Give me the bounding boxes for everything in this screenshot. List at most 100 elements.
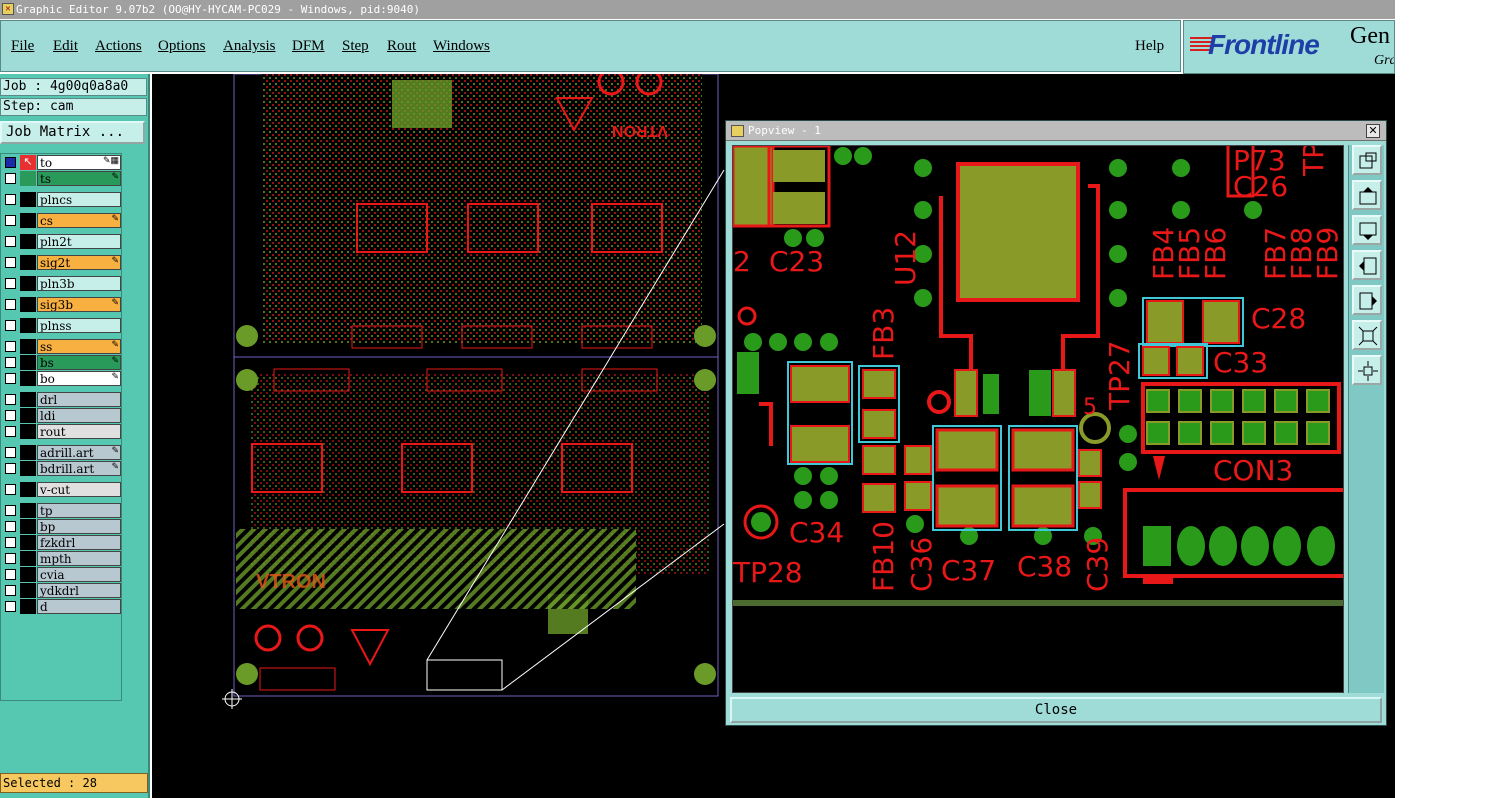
layer-checkbox[interactable] bbox=[5, 410, 16, 421]
layer-name[interactable]: v-cut bbox=[37, 482, 121, 497]
menu-actions[interactable]: Actions bbox=[95, 38, 142, 55]
layer-name[interactable]: sig2t bbox=[37, 255, 121, 270]
menu-dfm[interactable]: DFM bbox=[292, 38, 325, 55]
layer-name[interactable]: ss bbox=[37, 339, 121, 354]
layer-color-swatch[interactable] bbox=[20, 599, 36, 614]
layer-color-swatch[interactable] bbox=[20, 551, 36, 566]
layer-row-bp[interactable]: bp bbox=[3, 519, 121, 534]
layer-row-v-cut[interactable]: v-cut bbox=[3, 482, 121, 497]
layer-color-swatch[interactable] bbox=[20, 234, 36, 249]
menu-file[interactable]: File bbox=[11, 38, 34, 55]
menu-options[interactable]: Options bbox=[158, 38, 206, 55]
layer-checkbox[interactable] bbox=[5, 505, 16, 516]
popview-titlebar[interactable]: Popview - 1 ✕ bbox=[726, 121, 1386, 141]
layer-color-swatch[interactable] bbox=[20, 355, 36, 370]
layer-name[interactable]: bp bbox=[37, 519, 121, 534]
layer-row-drl[interactable]: drl bbox=[3, 392, 121, 407]
zoom-in-icon[interactable] bbox=[1352, 320, 1382, 350]
layer-name[interactable]: ldi bbox=[37, 408, 121, 423]
pan-down-icon[interactable] bbox=[1352, 215, 1382, 245]
layer-checkbox[interactable] bbox=[5, 194, 16, 205]
layer-row-ldi[interactable]: ldi bbox=[3, 408, 121, 423]
menu-step[interactable]: Step bbox=[342, 38, 369, 55]
layer-color-swatch[interactable] bbox=[20, 461, 36, 476]
popview-zoom-view[interactable]: P73 C26 TP2 C23 2 U12 FB4 FB5 FB6 FB7 FB… bbox=[732, 145, 1344, 693]
layer-checkbox[interactable] bbox=[5, 394, 16, 405]
layer-checkbox[interactable] bbox=[5, 157, 16, 168]
layer-row-sig3b[interactable]: sig3b ✎ bbox=[3, 297, 121, 312]
layer-row-tp[interactable]: tp bbox=[3, 503, 121, 518]
layer-row-d[interactable]: d bbox=[3, 599, 121, 614]
layer-name[interactable]: cvia bbox=[37, 567, 121, 582]
close-icon[interactable]: ✕ bbox=[1366, 124, 1380, 138]
layer-row-adrill-art[interactable]: adrill.art ✎ bbox=[3, 445, 121, 460]
layer-checkbox[interactable] bbox=[5, 484, 16, 495]
layer-name[interactable]: adrill.art bbox=[37, 445, 121, 460]
layer-color-swatch[interactable] bbox=[20, 371, 36, 386]
menu-windows[interactable]: Windows bbox=[433, 38, 490, 55]
popview-close-button[interactable]: Close bbox=[730, 697, 1382, 723]
layer-row-pln2t[interactable]: pln2t bbox=[3, 234, 121, 249]
layer-checkbox[interactable] bbox=[5, 463, 16, 474]
layer-checkbox[interactable] bbox=[5, 173, 16, 184]
layer-checkbox[interactable] bbox=[5, 341, 16, 352]
layer-name[interactable]: ts bbox=[37, 171, 121, 186]
layer-checkbox[interactable] bbox=[5, 299, 16, 310]
layer-name[interactable]: ydkdrl bbox=[37, 583, 121, 598]
layer-name[interactable]: d bbox=[37, 599, 121, 614]
layer-checkbox[interactable] bbox=[5, 278, 16, 289]
pan-left-icon[interactable] bbox=[1352, 250, 1382, 280]
layer-row-plncs[interactable]: plncs bbox=[3, 192, 121, 207]
layer-color-swatch[interactable] bbox=[20, 408, 36, 423]
layer-row-sig2t[interactable]: sig2t ✎ bbox=[3, 255, 121, 270]
layer-color-swatch[interactable] bbox=[20, 213, 36, 228]
layer-name[interactable]: cs bbox=[37, 213, 121, 228]
layer-color-swatch[interactable]: ↖ bbox=[20, 155, 36, 170]
job-matrix-button[interactable]: Job Matrix ... bbox=[0, 121, 145, 144]
layer-color-swatch[interactable] bbox=[20, 567, 36, 582]
layer-row-plnss[interactable]: plnss bbox=[3, 318, 121, 333]
pan-right-icon[interactable] bbox=[1352, 285, 1382, 315]
layer-color-swatch[interactable] bbox=[20, 392, 36, 407]
layer-row-mpth[interactable]: mpth bbox=[3, 551, 121, 566]
layer-name[interactable]: fzkdrl bbox=[37, 535, 121, 550]
layer-name[interactable]: pln2t bbox=[37, 234, 121, 249]
layer-color-swatch[interactable] bbox=[20, 171, 36, 186]
layer-color-swatch[interactable] bbox=[20, 297, 36, 312]
layer-row-bo[interactable]: bo ✎ bbox=[3, 371, 121, 386]
layer-color-swatch[interactable] bbox=[20, 339, 36, 354]
layer-name[interactable]: mpth bbox=[37, 551, 121, 566]
layer-checkbox[interactable] bbox=[5, 601, 16, 612]
layer-checkbox[interactable] bbox=[5, 521, 16, 532]
layer-row-to[interactable]: ↖ to ✎▦ bbox=[3, 155, 121, 170]
menu-analysis[interactable]: Analysis bbox=[223, 38, 276, 55]
layer-row-rout[interactable]: rout bbox=[3, 424, 121, 439]
layer-checkbox[interactable] bbox=[5, 426, 16, 437]
layer-checkbox[interactable] bbox=[5, 569, 16, 580]
layer-checkbox[interactable] bbox=[5, 357, 16, 368]
zoom-fit-icon[interactable] bbox=[1352, 145, 1382, 175]
zoom-out-icon[interactable] bbox=[1352, 355, 1382, 385]
pan-up-icon[interactable] bbox=[1352, 180, 1382, 210]
layer-name[interactable]: plnss bbox=[37, 318, 121, 333]
layer-row-cvia[interactable]: cvia bbox=[3, 567, 121, 582]
layer-color-swatch[interactable] bbox=[20, 482, 36, 497]
layer-checkbox[interactable] bbox=[5, 537, 16, 548]
layer-color-swatch[interactable] bbox=[20, 424, 36, 439]
layer-color-swatch[interactable] bbox=[20, 519, 36, 534]
layer-color-swatch[interactable] bbox=[20, 276, 36, 291]
layer-name[interactable]: bo bbox=[37, 371, 121, 386]
layer-color-swatch[interactable] bbox=[20, 192, 36, 207]
layer-row-ts[interactable]: ts ✎ bbox=[3, 171, 121, 186]
layer-row-fzkdrl[interactable]: fzkdrl bbox=[3, 535, 121, 550]
layer-name[interactable]: bs bbox=[37, 355, 121, 370]
layer-name[interactable]: drl bbox=[37, 392, 121, 407]
menu-edit[interactable]: Edit bbox=[53, 38, 78, 55]
layer-color-swatch[interactable] bbox=[20, 255, 36, 270]
layer-checkbox[interactable] bbox=[5, 257, 16, 268]
layer-name[interactable]: sig3b bbox=[37, 297, 121, 312]
menu-rout[interactable]: Rout bbox=[387, 38, 416, 55]
layer-checkbox[interactable] bbox=[5, 215, 16, 226]
layer-row-cs[interactable]: cs ✎ bbox=[3, 213, 121, 228]
layer-color-swatch[interactable] bbox=[20, 318, 36, 333]
